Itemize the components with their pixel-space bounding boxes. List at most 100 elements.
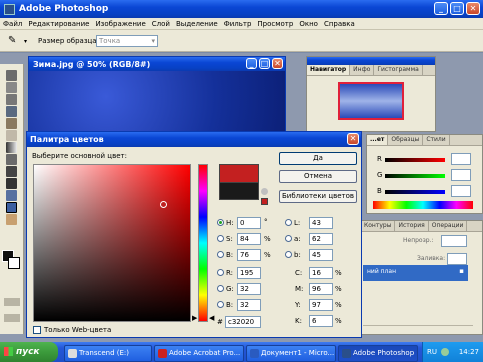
minimize-button[interactable]: _ bbox=[434, 2, 448, 15]
menu-window[interactable]: Окно bbox=[296, 20, 321, 28]
menu-view[interactable]: Просмотр bbox=[254, 20, 296, 28]
ok-button[interactable]: Да bbox=[279, 152, 357, 165]
s-radio[interactable] bbox=[217, 235, 224, 244]
tab-color[interactable]: ...ет bbox=[367, 135, 389, 145]
g-field[interactable]: 32 bbox=[237, 283, 261, 295]
windows-logo-icon bbox=[4, 347, 13, 356]
start-button[interactable]: пуск bbox=[0, 342, 58, 362]
b-field[interactable]: 76 bbox=[237, 249, 261, 261]
color-r-slider[interactable] bbox=[385, 158, 445, 162]
hue-slider-handle-left[interactable]: ▶ bbox=[192, 314, 197, 322]
menu-image[interactable]: Изображение bbox=[92, 20, 148, 28]
shape-tool-icon[interactable] bbox=[6, 190, 17, 201]
eyedropper-icon[interactable]: ✎ bbox=[8, 35, 22, 47]
taskbar-item-acrobat[interactable]: Adobe Acrobat Pro... bbox=[154, 345, 244, 362]
tray-icon[interactable] bbox=[441, 348, 449, 356]
y-field[interactable]: 97 bbox=[309, 299, 333, 311]
menu-file[interactable]: Файл bbox=[0, 20, 25, 28]
menu-edit[interactable]: Редактирование bbox=[25, 20, 92, 28]
a-field[interactable]: 62 bbox=[309, 233, 333, 245]
r-radio[interactable] bbox=[217, 269, 224, 278]
color-b-slider[interactable] bbox=[385, 190, 445, 194]
navigator-thumbnail[interactable] bbox=[338, 82, 404, 120]
tab-info[interactable]: Инфо bbox=[350, 65, 375, 75]
hand-tool-icon[interactable] bbox=[6, 214, 17, 225]
fill-field[interactable] bbox=[447, 253, 467, 265]
color-b-field[interactable] bbox=[451, 185, 471, 197]
web-color-cube-icon[interactable] bbox=[261, 198, 268, 205]
doc-restore-button[interactable]: □ bbox=[259, 58, 270, 69]
tab-actions[interactable]: Операции bbox=[429, 221, 468, 231]
taskbar-item-photoshop[interactable]: Adobe Photoshop bbox=[338, 345, 418, 362]
sample-size-label: Размер образца: bbox=[38, 37, 99, 45]
tool-preset-arrow[interactable]: ▾ bbox=[24, 38, 27, 45]
gradient-tool-icon[interactable] bbox=[6, 142, 17, 153]
quickmask-icon[interactable] bbox=[4, 298, 20, 306]
sample-size-select[interactable]: Точка ▾ bbox=[96, 35, 158, 47]
c-field[interactable]: 16 bbox=[309, 267, 333, 279]
document-canvas[interactable] bbox=[29, 71, 285, 135]
taskbar-item-transcend[interactable]: Transcend (E:) bbox=[64, 345, 152, 362]
brush-tool-icon[interactable] bbox=[6, 106, 17, 117]
move-tool-icon[interactable] bbox=[6, 70, 17, 81]
background-color-swatch[interactable] bbox=[8, 257, 20, 269]
r-field[interactable]: 195 bbox=[237, 267, 261, 279]
color-r-field[interactable] bbox=[451, 153, 471, 165]
crop-tool-icon[interactable] bbox=[6, 94, 17, 105]
dodge-tool-icon[interactable] bbox=[6, 154, 17, 165]
eraser-tool-icon[interactable] bbox=[6, 130, 17, 141]
lab-b-field[interactable]: 45 bbox=[309, 249, 333, 261]
type-tool-icon[interactable] bbox=[6, 178, 17, 189]
l-field[interactable]: 43 bbox=[309, 217, 333, 229]
web-only-checkbox[interactable] bbox=[33, 326, 41, 334]
lasso-tool-icon[interactable] bbox=[6, 82, 17, 93]
color-g-field[interactable] bbox=[451, 169, 471, 181]
m-field[interactable]: 96 bbox=[309, 283, 333, 295]
tab-paths[interactable]: Контуры bbox=[361, 221, 396, 231]
doc-minimize-button[interactable]: _ bbox=[246, 58, 257, 69]
g-radio[interactable] bbox=[217, 285, 224, 294]
color-g-slider[interactable] bbox=[385, 174, 445, 178]
layer-row[interactable]: ний план ▪ bbox=[363, 265, 468, 281]
old-color-swatch[interactable] bbox=[219, 182, 259, 200]
hue-slider-handle-right[interactable]: ◀ bbox=[209, 314, 214, 322]
k-field[interactable]: 6 bbox=[309, 315, 333, 327]
s-field[interactable]: 84 bbox=[237, 233, 261, 245]
a-radio[interactable] bbox=[285, 235, 292, 244]
close-button[interactable]: ✕ bbox=[466, 2, 480, 15]
hex-field[interactable]: c32020 bbox=[225, 316, 261, 328]
language-indicator[interactable]: RU bbox=[427, 342, 437, 362]
eyedropper-tool-icon[interactable] bbox=[6, 202, 17, 213]
tab-history[interactable]: История bbox=[395, 221, 429, 231]
color-ramp[interactable] bbox=[373, 201, 473, 209]
color-libraries-button[interactable]: Библиотеки цветов bbox=[279, 190, 357, 203]
tab-navigator[interactable]: Навигатор bbox=[307, 65, 351, 75]
b-radio[interactable] bbox=[217, 251, 224, 260]
screen-mode-icon[interactable] bbox=[4, 314, 20, 322]
picker-close-button[interactable]: ✕ bbox=[347, 133, 359, 145]
hue-slider[interactable] bbox=[198, 164, 208, 322]
cancel-button[interactable]: Отмена bbox=[279, 170, 357, 183]
lab-b-radio[interactable] bbox=[285, 251, 292, 260]
menu-help[interactable]: Справка bbox=[321, 20, 358, 28]
tab-styles[interactable]: Стили bbox=[423, 135, 450, 145]
h-field[interactable]: 0 bbox=[237, 217, 261, 229]
l-radio[interactable] bbox=[285, 219, 292, 228]
gamut-warning-icon[interactable] bbox=[261, 188, 268, 195]
doc-close-button[interactable]: ✕ bbox=[272, 58, 283, 69]
menu-select[interactable]: Выделение bbox=[173, 20, 221, 28]
menu-layer[interactable]: Слой bbox=[149, 20, 173, 28]
menu-filter[interactable]: Фильтр bbox=[221, 20, 255, 28]
blue-radio[interactable] bbox=[217, 301, 224, 310]
tab-swatches[interactable]: Образцы bbox=[388, 135, 424, 145]
tab-histogram[interactable]: Гистограмма bbox=[374, 65, 423, 75]
color-b-label: B bbox=[377, 187, 382, 195]
color-field[interactable] bbox=[33, 164, 191, 322]
h-radio[interactable] bbox=[217, 219, 224, 228]
pen-tool-icon[interactable] bbox=[6, 166, 17, 177]
blue-field[interactable]: 32 bbox=[237, 299, 261, 311]
taskbar-item-word[interactable]: Документ1 - Micro... bbox=[246, 345, 336, 362]
stamp-tool-icon[interactable] bbox=[6, 118, 17, 129]
restore-button[interactable]: □ bbox=[450, 2, 464, 15]
opacity-field[interactable] bbox=[441, 235, 467, 247]
